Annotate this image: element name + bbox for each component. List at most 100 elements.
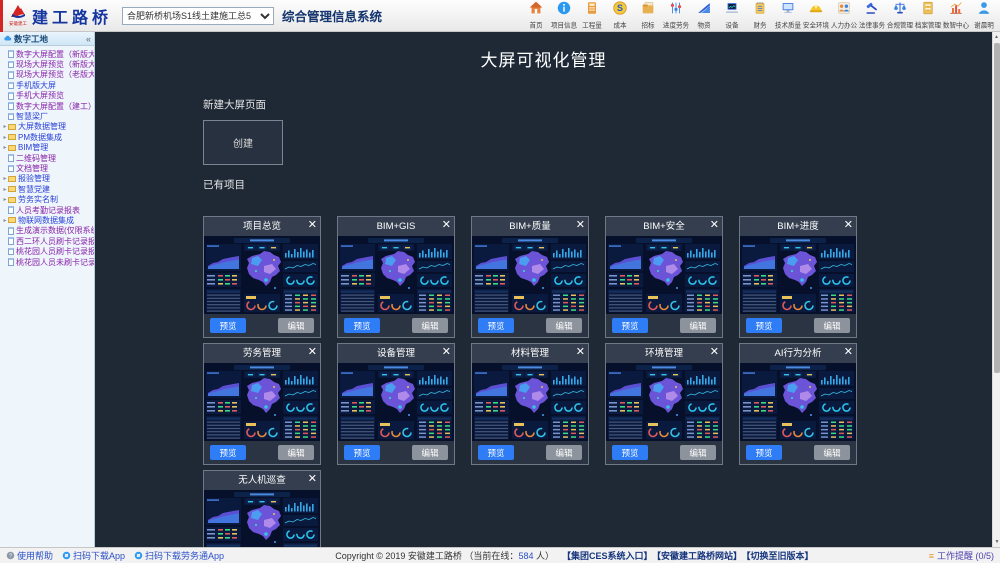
edit-button[interactable]: 编辑 (278, 445, 314, 460)
close-icon[interactable]: ✕ (844, 217, 853, 236)
scrollbar-thumb[interactable] (994, 43, 1000, 373)
edit-button[interactable]: 编辑 (546, 318, 582, 333)
nav-item-scales[interactable]: 合规管理 (886, 0, 914, 31)
sidebar-item-19[interactable]: 桃花园人员刷卡记录报表 (2, 246, 94, 256)
close-icon[interactable]: ✕ (308, 471, 317, 490)
nav-item-cost-coin[interactable]: S成本 (606, 0, 634, 31)
sidebar-item-7[interactable]: ▸大屏数据管理 (2, 122, 94, 132)
sidebar-item-20[interactable]: 桃花园人员未刷卡记录报表 (2, 257, 94, 267)
preview-button[interactable]: 预览 (612, 318, 648, 333)
close-icon[interactable]: ✕ (710, 217, 719, 236)
sidebar-item-13[interactable]: ▸智慧党建 (2, 184, 94, 194)
nav-item-home[interactable]: 首页 (522, 0, 550, 31)
close-icon[interactable]: ✕ (710, 344, 719, 363)
sidebar-header: 数字工地 « (0, 32, 94, 46)
nav-item-helmet[interactable]: 安全环境 (802, 0, 830, 31)
footer-left-link-1[interactable]: 扫码下载App (62, 549, 125, 562)
edit-button[interactable]: 编辑 (546, 445, 582, 460)
sidebar-item-label: 桃花园人员刷卡记录报表 (16, 246, 94, 256)
nav-item-materials[interactable]: 物资 (690, 0, 718, 31)
company-logo[interactable]: 安徽建工 建工路桥 (8, 4, 112, 28)
nav-item-info[interactable]: 项目信息 (550, 0, 578, 31)
card-header: 材料管理✕ (472, 344, 588, 363)
preview-button[interactable]: 预览 (746, 318, 782, 333)
preview-button[interactable]: 预览 (478, 318, 514, 333)
edit-button[interactable]: 编辑 (278, 318, 314, 333)
edit-button[interactable]: 编辑 (814, 318, 850, 333)
close-icon[interactable]: ✕ (576, 344, 585, 363)
sidebar-item-1[interactable]: 现场大屏预览（新版大屏） (2, 59, 94, 69)
project-select[interactable]: 合肥新桥机场S1线土建施工总5 (122, 7, 274, 25)
nav-item-bid-folder[interactable]: 招标 (634, 0, 662, 31)
preview-button[interactable]: 预览 (478, 445, 514, 460)
sidebar-collapse-icon[interactable]: « (86, 34, 91, 44)
footer-left-link-2[interactable]: 扫码下载劳务通App (134, 549, 224, 562)
card-thumbnail (204, 363, 320, 441)
close-icon[interactable]: ✕ (308, 344, 317, 363)
nav-item-user[interactable]: 谢晨明 (970, 0, 998, 31)
card-title: BIM+GIS (338, 217, 454, 236)
sidebar-item-5[interactable]: 数字大屏配置（建工） (2, 101, 94, 111)
preview-button[interactable]: 预览 (210, 445, 246, 460)
sidebar-item-12[interactable]: ▸报验管理 (2, 174, 94, 184)
sidebar-item-2[interactable]: 现场大屏预览（老版大屏） (2, 70, 94, 80)
close-icon[interactable]: ✕ (442, 344, 451, 363)
close-icon[interactable]: ✕ (308, 217, 317, 236)
preview-button[interactable]: 预览 (344, 445, 380, 460)
close-icon[interactable]: ✕ (442, 217, 451, 236)
sidebar-item-3[interactable]: 手机版大屏 (2, 80, 94, 90)
sidebar-item-8[interactable]: ▸PM数据集成 (2, 132, 94, 142)
close-icon[interactable]: ✕ (844, 344, 853, 363)
nav-item-monitor[interactable]: 技术质量 (774, 0, 802, 31)
scroll-down-icon[interactable]: ▼ (993, 537, 1000, 547)
sidebar-item-11[interactable]: 文档管理 (2, 163, 94, 173)
sidebar-item-16[interactable]: ▸物联网数据集成 (2, 215, 94, 225)
card-title: 无人机巡查 (204, 471, 320, 490)
vertical-scrollbar[interactable]: ▲ ▼ (992, 32, 1000, 547)
edit-button[interactable]: 编辑 (680, 318, 716, 333)
sidebar-item-17[interactable]: 生成演示数据(仅限系统管理) (2, 226, 94, 236)
edit-button[interactable]: 编辑 (412, 445, 448, 460)
sidebar-item-18[interactable]: 西二环人员刷卡记录报表 (2, 236, 94, 246)
footer-site-link-0[interactable]: 【集团CES系统入口】 (562, 551, 653, 561)
nav-item-people[interactable]: 人力办公 (830, 0, 858, 31)
qr-app-icon (62, 551, 71, 560)
footer-left-link-0[interactable]: ?使用帮助 (6, 549, 53, 562)
nav-item-finance-book[interactable]: 财务 (746, 0, 774, 31)
card-header: 项目总览✕ (204, 217, 320, 236)
create-button[interactable]: 创建 (203, 120, 283, 165)
equipment-icon (724, 0, 740, 21)
card-title: 设备管理 (338, 344, 454, 363)
footer-link-label: 扫码下载劳务通App (145, 549, 224, 562)
edit-button[interactable]: 编辑 (814, 445, 850, 460)
preview-button[interactable]: 预览 (210, 318, 246, 333)
nav-item-gavel[interactable]: 法律事务 (858, 0, 886, 31)
sidebar-item-0[interactable]: 数字大屏配置（新版大屏） (2, 49, 94, 59)
nav-item-equipment[interactable]: 设备 (718, 0, 746, 31)
scroll-up-icon[interactable]: ▲ (993, 32, 1000, 42)
edit-button[interactable]: 编辑 (412, 318, 448, 333)
nav-item-sliders[interactable]: 进度劳务 (662, 0, 690, 31)
close-icon[interactable]: ✕ (576, 217, 585, 236)
card-footer: 预览 编辑 (338, 441, 454, 464)
card-footer: 预览 编辑 (204, 314, 320, 337)
edit-button[interactable]: 编辑 (680, 445, 716, 460)
folder-icon (8, 176, 16, 182)
footer-center: Copyright © 2019 安徽建工路桥 （当前在线：584 人） 【集团… (335, 549, 817, 562)
sidebar-item-14[interactable]: ▸劳务实名制 (2, 194, 94, 204)
preview-button[interactable]: 预览 (344, 318, 380, 333)
sidebar-item-10[interactable]: 二维码管理 (2, 153, 94, 163)
sidebar-item-4[interactable]: 手机大屏预览 (2, 91, 94, 101)
preview-button[interactable]: 预览 (612, 445, 648, 460)
nav-item-archive[interactable]: 档案管理 (914, 0, 942, 31)
card-footer: 预览 编辑 (606, 441, 722, 464)
work-reminder[interactable]: ≡ 工作提醒 (0/5) (929, 549, 994, 562)
nav-item-calculator[interactable]: 工程量 (578, 0, 606, 31)
sidebar-item-15[interactable]: 人员考勤记录报表 (2, 205, 94, 215)
footer-site-link-1[interactable]: 【安徽建工路桥网站】 (657, 551, 743, 561)
preview-button[interactable]: 预览 (746, 445, 782, 460)
sidebar-item-9[interactable]: ▸BIM管理 (2, 143, 94, 153)
sidebar-item-6[interactable]: 智慧梁厂 (2, 111, 94, 121)
footer-site-link-2[interactable]: 【切换至旧版本】 (746, 551, 814, 561)
nav-item-bar-chart[interactable]: 数智中心 (942, 0, 970, 31)
